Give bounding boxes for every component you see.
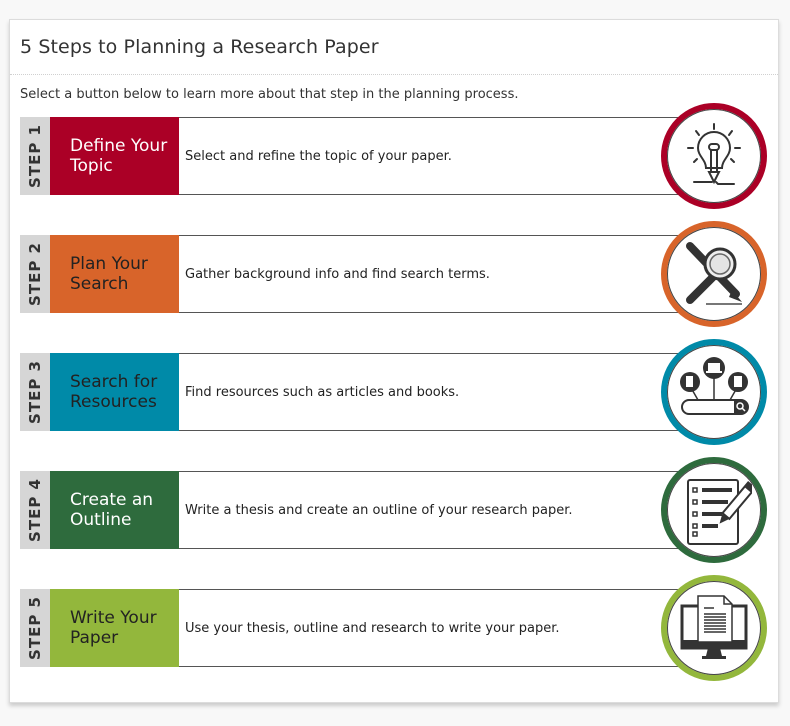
step-label: STEP 4 <box>26 478 44 542</box>
step-label: STEP 2 <box>26 242 44 306</box>
step-5-icon-circle[interactable] <box>661 575 767 681</box>
step-title: Create an Outline <box>70 490 154 530</box>
step-1-button[interactable]: STEP 1 Define Your Topic Select and refin… <box>20 103 780 209</box>
magnifier-pencil-icon <box>686 242 742 305</box>
step-4-tab: STEP 4 <box>20 471 50 549</box>
step-3-title-block[interactable]: Search for Resources <box>50 353 179 431</box>
step-4-button[interactable]: STEP 4 Create an Outline Write a thesis a… <box>20 457 780 563</box>
title-divider <box>10 74 778 75</box>
step-1-description: Select and refine the topic of your pape… <box>179 117 679 195</box>
step-4-description: Write a thesis and create an outline of … <box>179 471 679 549</box>
step-2-title-block[interactable]: Plan Your Search <box>50 235 179 313</box>
search-resources-icon <box>680 357 749 415</box>
step-label: STEP 1 <box>26 124 44 188</box>
step-5-tab: STEP 5 <box>20 589 50 667</box>
step-3-icon-circle[interactable] <box>661 339 767 445</box>
step-5-description: Use your thesis, outline and research to… <box>179 589 679 667</box>
step-title: Define Your Topic <box>70 136 168 176</box>
step-1-tab: STEP 1 <box>20 117 50 195</box>
step-3-tab: STEP 3 <box>20 353 50 431</box>
step-4-title-block[interactable]: Create an Outline <box>50 471 179 549</box>
step-3-description: Find resources such as articles and book… <box>179 353 679 431</box>
monitor-document-icon <box>680 595 748 659</box>
step-title: Plan Your Search <box>70 254 148 294</box>
step-2-button[interactable]: STEP 2 Plan Your Search Gather background… <box>20 221 780 327</box>
lightbulb-pencil-icon <box>687 123 741 185</box>
step-title: Write Your Paper <box>70 608 157 648</box>
research-steps-card: 5 Steps to Planning a Research Paper Sel… <box>9 19 779 703</box>
step-3-button[interactable]: STEP 3 Search for Resources Find resource… <box>20 339 780 445</box>
step-title: Search for Resources <box>70 372 158 412</box>
step-2-icon-circle[interactable] <box>661 221 767 327</box>
step-5-button[interactable]: STEP 5 Write Your Paper Use your thesis, … <box>20 575 780 681</box>
step-5-title-block[interactable]: Write Your Paper <box>50 589 179 667</box>
step-2-description: Gather background info and find search t… <box>179 235 679 313</box>
step-1-title-block[interactable]: Define Your Topic <box>50 117 179 195</box>
checklist-pencil-icon <box>687 479 752 545</box>
step-2-tab: STEP 2 <box>20 235 50 313</box>
page-title: 5 Steps to Planning a Research Paper <box>20 36 379 58</box>
step-4-icon-circle[interactable] <box>661 457 767 563</box>
intro-text: Select a button below to learn more abou… <box>20 87 519 102</box>
step-label: STEP 5 <box>26 596 44 660</box>
step-1-icon-circle[interactable] <box>661 103 767 209</box>
step-label: STEP 3 <box>26 360 44 424</box>
